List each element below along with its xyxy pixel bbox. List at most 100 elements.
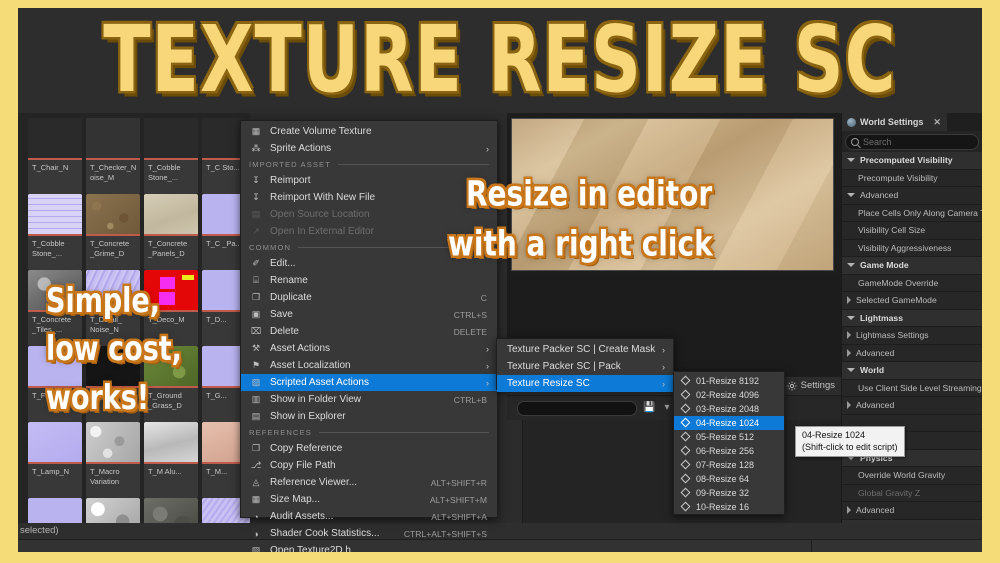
menu-item-label: Texture Packer SC | Pack bbox=[507, 361, 621, 372]
chevron-right-icon[interactable] bbox=[847, 506, 851, 515]
reference-viewer-icon: ◬ bbox=[252, 477, 260, 487]
chevron-down-icon[interactable] bbox=[847, 315, 855, 320]
menu-item-label: Open Source Location bbox=[270, 209, 370, 220]
menu-item-duplicate[interactable]: ❐ Duplicate C bbox=[241, 289, 497, 306]
chevron-down-icon[interactable] bbox=[847, 193, 855, 198]
menu-item-rename[interactable]: ⌸ Rename bbox=[241, 272, 497, 289]
menu-item-resize-2048[interactable]: 03-Resize 2048 bbox=[674, 402, 784, 416]
menu-item-size-map[interactable]: ▦ Size Map... ALT+SHIFT+M bbox=[241, 491, 497, 508]
menu-item-texture-packer-pack[interactable]: Texture Packer SC | Pack › bbox=[497, 358, 673, 375]
asset-thumbnail bbox=[144, 498, 198, 523]
world-settings-row-advanced-2[interactable]: Advanced bbox=[842, 344, 982, 362]
asset-tile[interactable]: T_Concrete _Grime_D bbox=[86, 194, 140, 270]
world-settings-row-gamemode-override[interactable]: GameMode Override bbox=[842, 274, 982, 292]
settings-button[interactable]: Settings bbox=[787, 380, 835, 391]
menu-item-show-in-explorer[interactable]: ▤ Show in Explorer bbox=[241, 408, 497, 425]
world-settings-panel: World Settings ✕ Search Precomputed Visi… bbox=[841, 113, 982, 552]
chevron-right-icon: › bbox=[486, 343, 489, 354]
content-browser-search-input[interactable] bbox=[517, 400, 637, 416]
menu-item-create-volume-texture[interactable]: ▦ Create Volume Texture bbox=[241, 123, 497, 140]
menu-item-resize-64[interactable]: 08-Resize 64 bbox=[674, 472, 784, 486]
asset-label: T_Macro Variation bbox=[90, 467, 120, 486]
asset-tile[interactable]: T_Cobble Stone_... bbox=[28, 194, 82, 270]
menu-item-asset-localization[interactable]: ⚑ Asset Localization › bbox=[241, 357, 497, 374]
world-settings-row-selected-gamemode[interactable]: Selected GameMode bbox=[842, 292, 982, 310]
menu-item-reference-viewer[interactable]: ◬ Reference Viewer... ALT+SHIFT+R bbox=[241, 474, 497, 491]
chevron-right-icon[interactable] bbox=[847, 401, 851, 410]
menu-item-resize-32[interactable]: 09-Resize 32 bbox=[674, 486, 784, 500]
menu-item-audit-assets[interactable]: ◔ Audit Assets... ALT+SHIFT+A bbox=[241, 508, 497, 525]
world-settings-row-lightmass-settings[interactable]: Lightmass Settings bbox=[842, 327, 982, 345]
close-icon[interactable]: ✕ bbox=[933, 117, 941, 128]
chevron-down-icon[interactable] bbox=[847, 263, 855, 268]
texture-resize-submenu[interactable]: 01-Resize 8192 02-Resize 4096 03-Resize 20… bbox=[673, 371, 785, 515]
chevron-right-icon[interactable] bbox=[847, 331, 851, 340]
menu-item-resize-128[interactable]: 07-Resize 128 bbox=[674, 458, 784, 472]
menu-item-resize-8192[interactable]: 01-Resize 8192 bbox=[674, 374, 784, 388]
chevron-right-icon[interactable] bbox=[847, 296, 851, 305]
asset-tile[interactable]: T_Metal_ Steel_N bbox=[28, 498, 82, 523]
menu-item-resize-16[interactable]: 10-Resize 16 bbox=[674, 500, 784, 514]
menu-item-reimport-with-new-file[interactable]: ↧ Reimport With New File bbox=[241, 189, 497, 206]
chevron-right-icon[interactable] bbox=[847, 348, 851, 357]
asset-context-menu[interactable]: ▦ Create Volume Texture ⁂ Sprite Actions › I… bbox=[240, 120, 498, 552]
menu-item-label: Create Volume Texture bbox=[270, 126, 372, 137]
save-search-icon[interactable]: 💾 bbox=[643, 402, 655, 414]
world-settings-row-advanced-4[interactable]: Advanced bbox=[842, 502, 982, 520]
tab-world-settings-label: World Settings bbox=[860, 117, 924, 127]
menu-item-scripted-asset-actions[interactable]: ▨ Scripted Asset Actions › bbox=[241, 374, 497, 391]
menu-item-delete[interactable]: ⌧ Delete DELETE bbox=[241, 323, 497, 340]
world-settings-row-lightmass[interactable]: Lightmass bbox=[842, 309, 982, 327]
chevron-down-icon[interactable] bbox=[847, 368, 855, 373]
world-settings-row-world[interactable]: World bbox=[842, 362, 982, 380]
menu-item-asset-actions[interactable]: ⚒ Asset Actions › bbox=[241, 340, 497, 357]
asset-tile[interactable]: T_Checker_Noise_M bbox=[86, 118, 140, 194]
scripted-asset-actions-submenu[interactable]: Texture Packer SC | Create Mask › Texture … bbox=[496, 338, 674, 392]
world-settings-row-use-client-side-level-streaming-volumes[interactable]: Use Client Side Level Streaming Volumes bbox=[842, 379, 982, 397]
asset-tile[interactable]: T_Concrete _Panels_D bbox=[144, 194, 198, 270]
menu-item-resize-512[interactable]: 05-Resize 512 bbox=[674, 430, 784, 444]
world-settings-search-input[interactable]: Search bbox=[845, 134, 979, 150]
world-settings-row-override-world-gravity[interactable]: Override World Gravity bbox=[842, 467, 982, 485]
asset-tile[interactable]: T_Macro Variation bbox=[86, 422, 140, 498]
world-settings-row-visibility-aggressiveness[interactable]: Visibility Aggressiveness bbox=[842, 239, 982, 257]
asset-tile[interactable]: T_Perlin_ Noise_M bbox=[86, 498, 140, 523]
menu-item-resize-256[interactable]: 06-Resize 256 bbox=[674, 444, 784, 458]
globe-icon bbox=[847, 117, 856, 127]
menu-item-shader-cook-statistics[interactable]: ◑ Shader Cook Statistics... CTRL+ALT+SHIFT… bbox=[241, 525, 497, 542]
filter-funnel-icon[interactable]: ▾ bbox=[661, 402, 673, 414]
asset-tile[interactable]: T_Lamp_N bbox=[28, 422, 82, 498]
world-settings-row-precompute-visibility[interactable]: Precompute Visibility bbox=[842, 169, 982, 187]
world-settings-row-place-cells-only-along-camera-tracks[interactable]: Place Cells Only Along Camera Tracks bbox=[842, 204, 982, 222]
menu-item-open-texture2d-h[interactable]: ▧ Open Texture2D.h bbox=[241, 542, 497, 552]
menu-item-sprite-actions[interactable]: ⁂ Sprite Actions › bbox=[241, 140, 497, 157]
world-settings-row-precomputed-visibility[interactable]: Precomputed Visibility bbox=[842, 152, 982, 170]
asset-tile[interactable]: T_Chair_N bbox=[28, 118, 82, 194]
menu-item-resize-4096[interactable]: 02-Resize 4096 bbox=[674, 388, 784, 402]
world-settings-row-global-gravity-z[interactable]: Global Gravity Z bbox=[842, 484, 982, 502]
menu-item-resize-1024[interactable]: 04-Resize 1024 bbox=[674, 416, 784, 430]
blueprint-diamond-icon bbox=[680, 431, 691, 442]
world-settings-row-advanced-3[interactable]: Advanced bbox=[842, 397, 982, 415]
script-icon: ▨ bbox=[251, 377, 261, 387]
menu-item-label: Duplicate bbox=[270, 292, 312, 303]
asset-thumbnail bbox=[144, 118, 198, 160]
world-settings-row-game-mode[interactable]: Game Mode bbox=[842, 257, 982, 275]
blueprint-diamond-icon bbox=[680, 487, 691, 498]
menu-item-copy-file-path[interactable]: ⎇ Copy File Path bbox=[241, 457, 497, 474]
asset-tile[interactable]: T_Cobble Stone_... bbox=[144, 118, 198, 194]
asset-tile[interactable]: T_M Alu... bbox=[144, 422, 198, 498]
settings-label: Settings bbox=[800, 380, 835, 391]
menu-item-save[interactable]: ▣ Save CTRL+S bbox=[241, 306, 497, 323]
menu-item-reimport[interactable]: ↧ Reimport bbox=[241, 172, 497, 189]
asset-tile[interactable]: T_Rock_ Basalt_D bbox=[144, 498, 198, 523]
menu-item-copy-reference[interactable]: ❐ Copy Reference bbox=[241, 440, 497, 457]
menu-item-texture-resize-sc[interactable]: Texture Resize SC › bbox=[497, 375, 673, 392]
world-settings-row-advanced-1[interactable]: Advanced bbox=[842, 187, 982, 205]
menu-item-texture-packer-create-mask[interactable]: Texture Packer SC | Create Mask › bbox=[497, 341, 673, 358]
menu-item-show-in-folder-view[interactable]: ▥ Show in Folder View CTRL+B bbox=[241, 391, 497, 408]
world-settings-row-visibility-cell-size[interactable]: Visibility Cell Size bbox=[842, 222, 982, 240]
shader-icon: ◑ bbox=[253, 528, 259, 539]
chevron-down-icon[interactable] bbox=[847, 158, 855, 163]
tab-world-settings[interactable]: World Settings ✕ bbox=[842, 113, 947, 131]
